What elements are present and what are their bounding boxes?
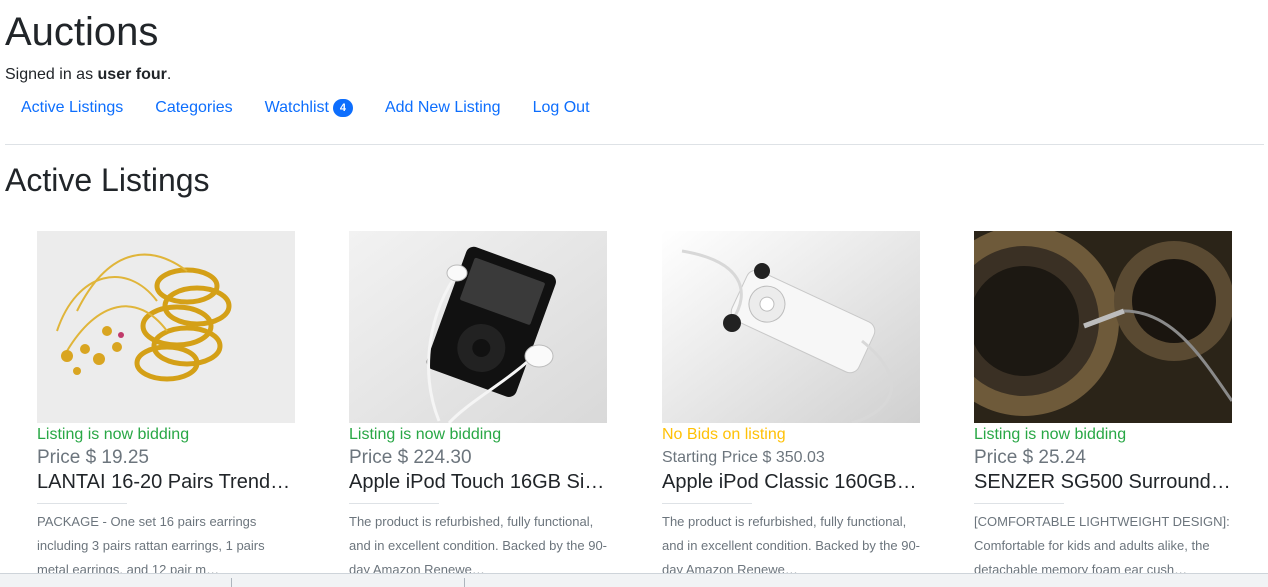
nav-categories[interactable]: Categories: [139, 96, 248, 120]
listing-status: Listing is now bidding: [37, 426, 190, 443]
nav-watchlist-label: Watchlist: [264, 99, 329, 116]
listing-price: Starting Price $ 350.03: [662, 449, 825, 466]
listing-status: No Bids on listing: [662, 426, 786, 443]
listing-card[interactable]: No Bids on listing Starting Price $ 350.…: [662, 231, 920, 582]
listing-title[interactable]: Apple iPod Touch 16GB Silver: [349, 470, 607, 495]
listing-image-gold-jewelry[interactable]: [37, 231, 295, 423]
listing-price: Price $ 19.25: [37, 447, 149, 468]
listing-status: Listing is now bidding: [974, 426, 1127, 443]
listing-card[interactable]: Listing is now bidding Price $ 224.30 Ap…: [349, 231, 607, 582]
listing-price: Price $ 25.24: [974, 447, 1086, 468]
listing-card[interactable]: Listing is now bidding Price $ 25.24 SEN…: [974, 231, 1232, 582]
card-divider: [349, 503, 439, 504]
listing-status: Listing is now bidding: [349, 426, 502, 443]
username: user four: [97, 66, 167, 83]
listing-title[interactable]: Apple iPod Classic 160GB White: [662, 470, 920, 495]
main-nav: Active Listings Categories Watchlist 4 Ad…: [5, 96, 606, 120]
listing-description: PACKAGE - One set 16 pairs earrings incl…: [37, 514, 265, 577]
listing-image-headphones[interactable]: [974, 231, 1232, 423]
listing-description: The product is refurbished, fully functi…: [349, 514, 607, 577]
listing-description: The product is refurbished, fully functi…: [662, 514, 920, 577]
listing-title[interactable]: LANTAI 16-20 Pairs Trendy Earrings Set: [37, 470, 295, 495]
listing-title[interactable]: SENZER SG500 Surround Sound Headset: [974, 470, 1232, 495]
listing-image-black-ipod[interactable]: [349, 231, 607, 423]
bottom-bar: [0, 573, 1268, 587]
signed-in-text: Signed in as user four.: [5, 66, 172, 83]
listing-card[interactable]: Listing is now bidding Price $ 19.25 LAN…: [37, 231, 295, 582]
nav-log-out[interactable]: Log Out: [517, 96, 606, 120]
listing-price: Price $ 224.30: [349, 447, 472, 468]
section-title: Active Listings: [5, 162, 210, 198]
nav-watchlist[interactable]: Watchlist 4: [249, 96, 369, 120]
listing-description: [COMFORTABLE LIGHTWEIGHT DESIGN]: Comfor…: [974, 514, 1230, 577]
watchlist-count-badge: 4: [332, 99, 353, 117]
card-divider: [662, 503, 752, 504]
app-title: Auctions: [5, 10, 159, 54]
card-divider: [974, 503, 1064, 504]
nav-add-new-listing[interactable]: Add New Listing: [369, 96, 517, 120]
listing-image-white-ipod[interactable]: [662, 231, 920, 423]
card-divider: [37, 503, 127, 504]
nav-active-listings[interactable]: Active Listings: [5, 96, 139, 120]
header-divider: [5, 144, 1264, 145]
